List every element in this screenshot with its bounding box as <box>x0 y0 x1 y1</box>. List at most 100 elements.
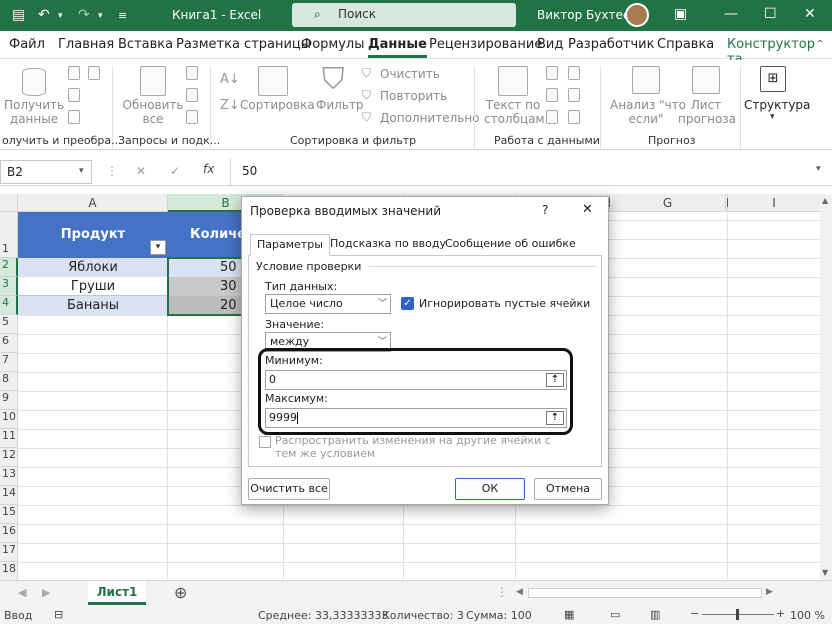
scroll-up-icon[interactable]: ▲ <box>822 196 828 205</box>
tab-input-message[interactable]: Подсказка по вводу <box>324 234 452 256</box>
page-layout-icon[interactable]: ▭ <box>610 608 620 621</box>
name-box[interactable]: B2 ▾ <box>0 160 92 184</box>
edit-links-icon[interactable] <box>186 110 198 124</box>
column-header-i[interactable]: I <box>728 194 820 212</box>
tab-view[interactable]: Вид <box>537 37 563 52</box>
from-web-icon[interactable] <box>88 66 100 80</box>
tab-help[interactable]: Справка <box>657 37 714 52</box>
avatar[interactable] <box>625 3 649 27</box>
row-header[interactable]: 16 <box>0 524 18 543</box>
what-if-button[interactable]: Анализ "что если" <box>610 98 686 126</box>
insert-function-icon[interactable]: fx <box>203 162 214 176</box>
normal-view-icon[interactable]: ▦ <box>564 608 574 621</box>
text-to-columns-button[interactable]: Текст по столбцам <box>484 98 545 126</box>
tab-page-layout[interactable]: Разметка страницы <box>176 37 311 52</box>
minimize-icon[interactable]: — <box>724 6 738 22</box>
column-header-g[interactable]: G <box>610 194 726 212</box>
row-header[interactable]: 14 <box>0 486 18 505</box>
chevron-down-icon[interactable]: ▾ <box>79 166 84 176</box>
help-button[interactable]: ? <box>542 203 548 217</box>
column-header-a[interactable]: A <box>18 194 168 212</box>
row-header[interactable]: 15 <box>0 505 18 524</box>
scroll-right-icon[interactable]: ▶ <box>766 587 773 597</box>
formula-input[interactable]: 50 <box>242 164 257 178</box>
row-header[interactable]: 2 <box>0 258 18 277</box>
filter-button[interactable]: Фильтр <box>316 98 363 112</box>
row-header[interactable]: 12 <box>0 448 18 467</box>
zoom-slider-thumb[interactable] <box>736 609 739 620</box>
tab-review[interactable]: Рецензирование <box>429 37 542 52</box>
queries-icon[interactable] <box>186 66 198 80</box>
cell-product[interactable]: Груши <box>18 277 168 296</box>
tab-insert[interactable]: Вставка <box>118 37 173 52</box>
close-icon[interactable]: ✕ <box>804 6 816 22</box>
reapply-button[interactable]: Повторить <box>380 89 447 103</box>
from-table-icon[interactable] <box>68 88 80 102</box>
tab-home[interactable]: Главная <box>58 37 114 52</box>
row-header[interactable]: 7 <box>0 353 18 372</box>
forecast-sheet-button[interactable]: Лист прогноза <box>678 98 736 126</box>
consolidate-icon[interactable] <box>568 66 580 80</box>
user-name[interactable]: Виктор Бухтеев <box>537 8 637 22</box>
data-validation-icon[interactable] <box>546 110 558 124</box>
row-header[interactable]: 5 <box>0 315 18 334</box>
zoom-in-icon[interactable]: + <box>776 607 785 620</box>
search-box[interactable]: ⌕ Поиск <box>292 3 516 27</box>
row-header[interactable]: 9 <box>0 391 18 410</box>
data-type-select[interactable]: Целое число ﹀ <box>265 294 391 314</box>
advanced-filter-button[interactable]: Дополнительно <box>380 111 480 125</box>
chevron-up-icon[interactable]: ⌃ <box>816 39 824 50</box>
scroll-down-icon[interactable]: ▼ <box>822 568 828 577</box>
scroll-left-icon[interactable]: ◀ <box>516 587 523 597</box>
refresh-all-button[interactable]: Обновить все <box>122 98 184 126</box>
remove-duplicates-icon[interactable] <box>546 88 558 102</box>
clear-button[interactable]: Очистить <box>380 67 440 81</box>
page-break-icon[interactable]: ▥ <box>650 608 660 621</box>
row-header[interactable]: 1 <box>0 212 18 258</box>
relationships-icon[interactable] <box>568 88 580 102</box>
ribbon-display-icon[interactable]: ▣ <box>674 6 687 22</box>
outline-button[interactable]: Структура <box>744 98 810 112</box>
cell-product[interactable]: Бананы <box>18 296 168 315</box>
cancel-button[interactable]: Отмена <box>534 478 602 500</box>
maximize-icon[interactable]: ☐ <box>764 6 777 22</box>
properties-icon[interactable] <box>186 88 198 102</box>
ok-button[interactable]: ОК <box>455 478 525 500</box>
sort-za-icon[interactable]: Z↓ <box>220 98 240 113</box>
tab-data[interactable]: Данные <box>368 37 427 58</box>
recent-sources-icon[interactable] <box>68 110 80 124</box>
row-header[interactable]: 3 <box>0 277 18 296</box>
row-header[interactable]: 18 <box>0 562 18 580</box>
tab-developer[interactable]: Разработчик <box>568 37 654 52</box>
add-sheet-icon[interactable]: ⊕ <box>174 583 187 602</box>
row-header[interactable]: 10 <box>0 410 18 429</box>
row-header[interactable]: 6 <box>0 334 18 353</box>
chevron-down-icon[interactable]: ▾ <box>816 164 821 174</box>
table-header-product[interactable]: Продукт <box>18 212 168 258</box>
cell-product[interactable]: Яблоки <box>18 258 168 277</box>
confirm-entry-icon[interactable]: ✓ <box>170 164 180 178</box>
apply-all-checkbox[interactable] <box>259 436 271 448</box>
tab-formulas[interactable]: Формулы <box>301 37 364 52</box>
row-header[interactable]: 11 <box>0 429 18 448</box>
select-all-corner[interactable] <box>0 194 18 212</box>
row-header[interactable]: 17 <box>0 543 18 562</box>
redo-icon[interactable]: ↷ <box>78 7 90 23</box>
prev-sheet-icon[interactable]: ◀ <box>18 586 26 599</box>
get-data-button[interactable]: Получить данные <box>4 98 64 126</box>
close-button[interactable]: ✕ <box>582 202 593 217</box>
undo-dropdown-icon[interactable]: ▾ <box>58 11 63 21</box>
row-header[interactable]: 8 <box>0 372 18 391</box>
undo-icon[interactable]: ↶ <box>38 7 50 23</box>
tab-settings[interactable]: Параметры <box>250 234 330 256</box>
accessibility-icon[interactable]: ⊟ <box>54 608 63 621</box>
flash-fill-icon[interactable] <box>546 66 558 80</box>
customize-qat-icon[interactable]: ≡ <box>118 9 127 22</box>
vertical-scrollbar[interactable]: ▲ ▼ <box>820 194 832 580</box>
from-text-icon[interactable] <box>68 66 80 80</box>
data-model-icon[interactable] <box>568 110 580 124</box>
row-header[interactable]: 4 <box>0 296 18 315</box>
sheet-tab-active[interactable]: Лист1 <box>88 581 146 605</box>
next-sheet-icon[interactable]: ▶ <box>42 586 50 599</box>
tab-file[interactable]: Файл <box>9 37 45 52</box>
